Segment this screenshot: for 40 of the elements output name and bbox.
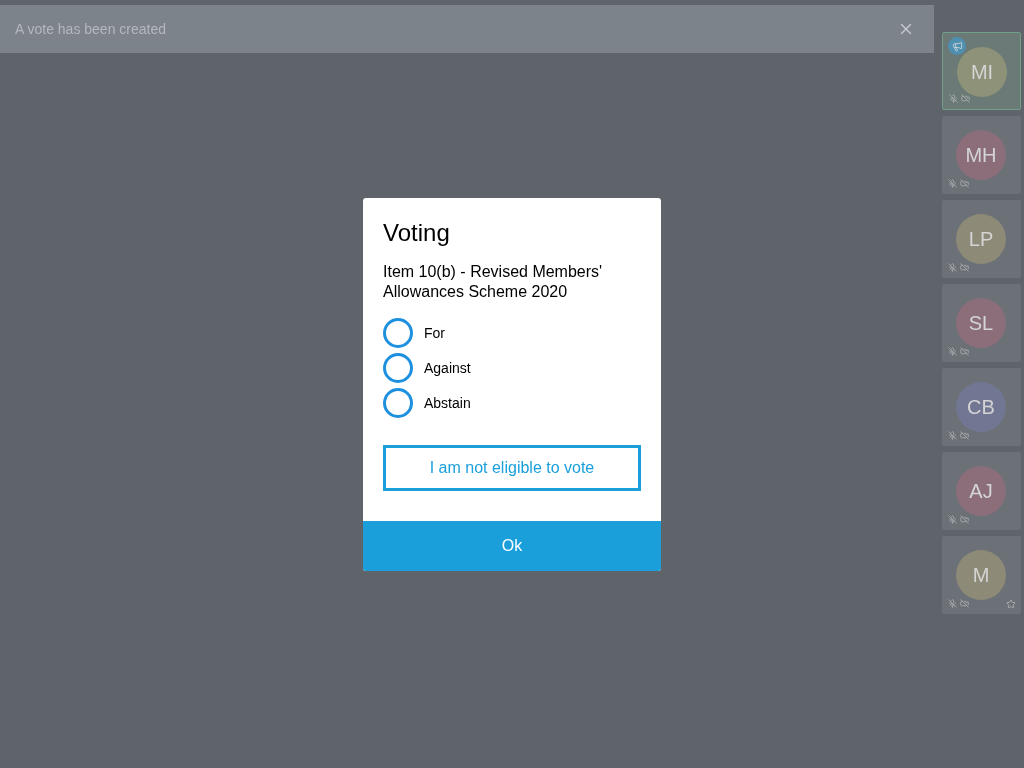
video-off-icon	[961, 94, 970, 103]
participant-tile[interactable]: MH	[942, 116, 1021, 194]
vote-option[interactable]: Against	[383, 353, 641, 383]
video-off-icon	[960, 599, 969, 608]
participant-tile[interactable]: M	[942, 536, 1021, 614]
mic-off-icon	[948, 515, 957, 524]
megaphone-icon	[948, 37, 966, 55]
avatar-initials: MH	[965, 143, 997, 168]
mic-off-icon	[948, 431, 957, 440]
radio-button[interactable]	[383, 388, 413, 418]
avatar-initials: LP	[968, 227, 994, 252]
avatar-initials: CB	[967, 395, 995, 420]
mic-off-icon	[948, 263, 957, 272]
participant-tile[interactable]: CB	[942, 368, 1021, 446]
video-off-icon	[960, 431, 969, 440]
avatar-initials: SL	[968, 311, 994, 336]
avatar-initials: AJ	[969, 479, 993, 504]
radio-button[interactable]	[383, 318, 413, 348]
participant-tile[interactable]: SL	[942, 284, 1021, 362]
video-off-icon	[960, 515, 969, 524]
participant-tile[interactable]: AJ	[942, 452, 1021, 530]
video-off-icon	[960, 179, 969, 188]
dialog-title: Voting	[383, 218, 451, 248]
avatar-initials: MI	[970, 60, 994, 85]
avatar-initials: M	[972, 563, 990, 588]
ok-button[interactable]: Ok	[363, 521, 661, 571]
mic-off-icon	[948, 347, 957, 356]
not-eligible-button[interactable]: I am not eligible to vote	[383, 445, 641, 491]
video-off-icon	[960, 347, 969, 356]
mic-off-icon	[949, 94, 958, 103]
radio-button[interactable]	[383, 353, 413, 383]
video-off-icon	[960, 263, 969, 272]
participant-tile[interactable]: LP	[942, 200, 1021, 278]
mic-off-icon	[948, 599, 957, 608]
mic-off-icon	[948, 179, 957, 188]
vote-option[interactable]: For	[383, 318, 641, 348]
vote-item-title: Item 10(b) - Revised Members' Allowances Scheme 2020	[383, 262, 604, 302]
star-icon[interactable]	[1006, 599, 1016, 609]
vote-option[interactable]: Abstain	[383, 388, 641, 418]
participant-tile[interactable]: MI	[942, 32, 1021, 110]
